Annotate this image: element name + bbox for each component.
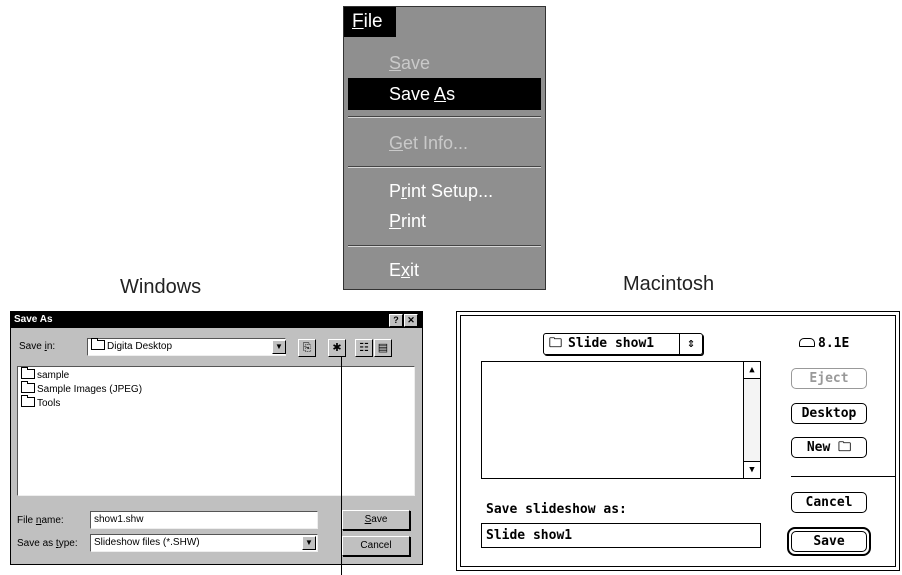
save-prompt: Save slideshow as: (486, 502, 627, 517)
folder-popup-menu[interactable]: 🗀 Slide show1 ⇕ (543, 333, 703, 355)
details-view-icon[interactable]: ▤ (374, 339, 392, 357)
disk-label: 8.1E (799, 336, 849, 351)
list-item[interactable]: Tools (21, 395, 60, 409)
new-folder-icon: 🗀 (838, 440, 852, 455)
list-item[interactable]: Sample Images (JPEG) (21, 381, 142, 395)
folder-icon (21, 381, 35, 393)
file-type-dropdown[interactable]: Slideshow files (*.SHW) (90, 534, 318, 552)
list-item[interactable]: sample (21, 367, 69, 381)
menu-item-exit[interactable]: Exit (348, 254, 541, 286)
dialog-inner-frame: 🗀 Slide show1 ⇕ 8.1E ▲ ▼ Eject Desktop N… (460, 315, 896, 567)
folder-popup-label: Slide show1 (568, 336, 655, 351)
close-button[interactable]: ✕ (404, 314, 418, 327)
file-name-label: File name: (17, 515, 64, 526)
menu-separator (348, 245, 541, 247)
mac-save-dialog: 🗀 Slide show1 ⇕ 8.1E ▲ ▼ Eject Desktop N… (456, 311, 900, 571)
save-in-value: Digita Desktop (107, 341, 173, 352)
dialog-title-bar: Save As (11, 312, 422, 328)
folder-icon (21, 395, 35, 407)
folder-icon: 🗀 (549, 336, 563, 351)
menu-item-print-setup[interactable]: Print Setup... (348, 175, 541, 207)
up-one-level-icon[interactable]: ⎘ (298, 339, 316, 357)
list-view-icon[interactable]: ☷ (355, 339, 373, 357)
menu-separator (348, 166, 541, 168)
save-as-type-label: Save as type: (17, 538, 78, 549)
file-list[interactable]: sample Sample Images (JPEG) Tools (17, 366, 415, 496)
cancel-button[interactable]: Cancel (342, 536, 410, 556)
drive-folder-icon (91, 338, 105, 350)
eject-button[interactable]: Eject (791, 368, 867, 389)
cancel-button[interactable]: Cancel (791, 492, 867, 513)
save-in-dropdown[interactable]: Digita Desktop (87, 338, 286, 356)
help-button[interactable]: ? (389, 314, 403, 327)
file-list[interactable]: ▲ ▼ (481, 361, 761, 479)
scroll-down-arrow-icon[interactable]: ▼ (744, 461, 760, 478)
file-name-input[interactable]: show1.shw (90, 511, 318, 529)
menu-item-save-as[interactable]: Save As (348, 78, 541, 110)
filename-field[interactable]: Slide show1 (481, 523, 761, 548)
menu-item-print[interactable]: Print (348, 205, 541, 237)
windows-save-dialog: Save As ? ✕ Save in: Digita Desktop ▼ ⎘ … (10, 311, 423, 565)
up-down-arrows-icon: ⇕ (679, 334, 702, 354)
windows-caption: Windows (120, 276, 202, 298)
save-button[interactable]: Save (342, 510, 410, 530)
file-menu: File Save Save As Get Info... Print Setu… (343, 6, 546, 290)
button-divider (791, 476, 895, 477)
menu-item-save[interactable]: Save (348, 47, 541, 79)
desktop-button[interactable]: Desktop (791, 403, 867, 424)
callout-line (341, 356, 342, 575)
menu-item-get-info[interactable]: Get Info... (348, 127, 541, 159)
menu-separator (348, 116, 541, 118)
disk-icon (799, 338, 815, 347)
chevron-down-icon[interactable]: ▼ (302, 536, 316, 550)
macintosh-caption: Macintosh (623, 273, 715, 295)
folder-icon (21, 367, 35, 379)
scroll-up-arrow-icon[interactable]: ▲ (744, 362, 760, 379)
new-folder-button[interactable]: New 🗀 (791, 437, 867, 458)
file-menu-title[interactable]: File (344, 7, 396, 37)
scrollbar[interactable]: ▲ ▼ (743, 362, 760, 478)
chevron-down-icon[interactable]: ▼ (272, 340, 286, 354)
create-new-folder-icon[interactable]: ✱ (328, 339, 346, 357)
save-button[interactable]: Save (791, 531, 867, 552)
save-in-label: Save in: (19, 341, 56, 352)
